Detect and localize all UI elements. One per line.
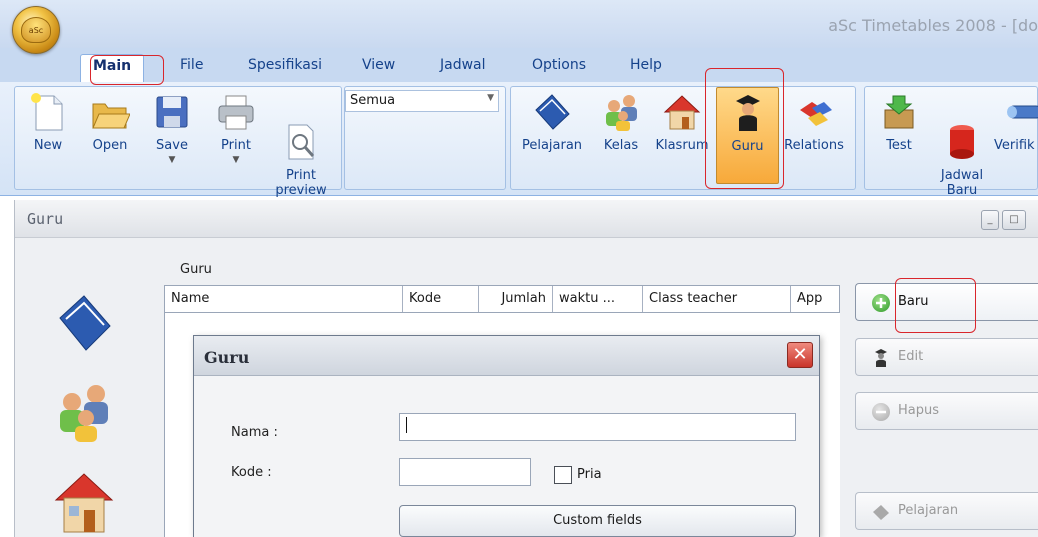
house-icon [662, 92, 702, 132]
print-preview-label: Print preview [275, 168, 327, 198]
test-button[interactable]: Test [876, 92, 922, 153]
house-side-icon[interactable] [52, 470, 116, 534]
guru-label: Guru [731, 139, 764, 154]
window-title: aSc Timetables 2008 - [do [828, 16, 1038, 35]
new-document-icon [28, 92, 68, 132]
kelas-label: Kelas [603, 138, 639, 153]
baru-label: Baru [898, 294, 929, 309]
column-jumlah[interactable]: Jumlah [479, 286, 553, 312]
dialog-title: Guru [194, 336, 819, 376]
pelajaran-action-button[interactable]: Pelajaran [855, 492, 1038, 530]
test-icon [879, 92, 919, 132]
bell-logo-icon: aSc [21, 17, 51, 43]
test-label: Test [886, 138, 912, 153]
column-waktu[interactable]: waktu ... [553, 286, 643, 312]
open-label: Open [92, 138, 128, 153]
relations-label: Relations [784, 138, 844, 153]
tab-options[interactable]: Options [528, 54, 590, 82]
book-icon [532, 92, 572, 132]
people-icon [601, 92, 641, 132]
column-name[interactable]: Name [165, 286, 403, 312]
tab-main[interactable]: Main [80, 54, 145, 82]
edit-button[interactable]: Edit [855, 338, 1038, 376]
nama-label: Nama : [231, 425, 278, 440]
teacher-small-icon [872, 349, 890, 367]
maximize-button[interactable]: □ [1002, 210, 1026, 230]
column-app[interactable]: App [791, 286, 841, 312]
baru-button[interactable]: Baru [855, 283, 1038, 321]
verifikasi-button[interactable]: Verifik [994, 92, 1038, 153]
tab-help[interactable]: Help [626, 54, 666, 82]
new-button[interactable]: New [26, 92, 70, 153]
print-button[interactable]: Print ▼ [214, 92, 258, 168]
jadwal-baru-label: Jadwal Baru [940, 168, 984, 198]
kode-label: Kode : [231, 465, 272, 480]
text-caret [406, 417, 407, 433]
klasrum-button[interactable]: Klasrum [654, 92, 710, 153]
nama-input[interactable] [399, 413, 796, 441]
kelas-button[interactable]: Kelas [598, 92, 644, 153]
save-disk-icon [152, 92, 192, 132]
open-folder-icon [90, 92, 131, 132]
remove-icon [872, 403, 890, 421]
verify-icon [1002, 92, 1038, 132]
tab-jadwal[interactable]: Jadwal [436, 54, 490, 82]
relations-icon [794, 92, 834, 132]
print-dropdown-arrow-icon[interactable]: ▼ [214, 153, 258, 168]
book-side-icon[interactable] [52, 292, 116, 356]
edit-label: Edit [898, 349, 924, 364]
hapus-label: Hapus [898, 403, 940, 418]
kode-input[interactable] [399, 458, 531, 486]
filter-combo-value: Semua [350, 93, 396, 108]
guru-window-title: Guru [15, 200, 1038, 238]
verifikasi-label: Verifik [994, 138, 1035, 153]
save-button[interactable]: Save ▼ [150, 92, 194, 168]
title-bar: aSc aSc Timetables 2008 - [do [0, 0, 1038, 54]
close-icon[interactable]: ✕ [787, 342, 813, 368]
add-icon [872, 294, 890, 312]
chevron-down-icon: ▼ [487, 93, 494, 103]
jadwal-baru-button[interactable]: Jadwal Baru [934, 92, 990, 213]
print-label: Print [221, 138, 251, 153]
minimize-button[interactable]: _ [981, 210, 999, 230]
app-menu-button[interactable]: aSc [12, 6, 60, 54]
pelajaran-label: Pelajaran [521, 138, 583, 153]
relations-button[interactable]: Relations [780, 92, 848, 153]
people-side-icon[interactable] [52, 382, 116, 446]
custom-fields-button[interactable]: Custom fields [399, 505, 796, 537]
klasrum-label: Klasrum [655, 138, 709, 153]
hapus-button[interactable]: Hapus [855, 392, 1038, 430]
pria-checkbox[interactable] [554, 466, 572, 484]
tab-view[interactable]: View [358, 54, 399, 82]
guru-list-caption: Guru [180, 262, 212, 277]
pelajaran-action-label: Pelajaran [898, 503, 959, 518]
orb-label: aSc [28, 25, 44, 35]
column-kode[interactable]: Kode [403, 286, 479, 312]
save-dropdown-arrow-icon[interactable]: ▼ [150, 153, 194, 168]
book-small-icon [872, 503, 890, 521]
guru-grid-header: Name Kode Jumlah waktu ... Class teacher… [164, 285, 840, 313]
teacher-icon [728, 93, 768, 133]
save-label: Save [156, 138, 188, 153]
new-schedule-icon [942, 107, 982, 159]
print-preview-button[interactable]: Print preview [270, 92, 332, 213]
column-class-teacher[interactable]: Class teacher [643, 286, 791, 312]
pelajaran-button[interactable]: Pelajaran [516, 92, 588, 153]
tab-file[interactable]: File [176, 54, 207, 82]
ribbon-tab-row: Main File Spesifikasi View Jadwal Option… [0, 48, 1038, 82]
print-preview-icon [281, 107, 321, 160]
pria-label: Pria [577, 467, 602, 482]
open-button[interactable]: Open [88, 92, 132, 153]
new-label: New [33, 138, 63, 153]
tab-spesifikasi[interactable]: Spesifikasi [244, 54, 326, 82]
filter-combo[interactable]: Semua ▼ [345, 90, 499, 112]
printer-icon [216, 92, 256, 132]
guru-button[interactable]: Guru [716, 87, 779, 184]
